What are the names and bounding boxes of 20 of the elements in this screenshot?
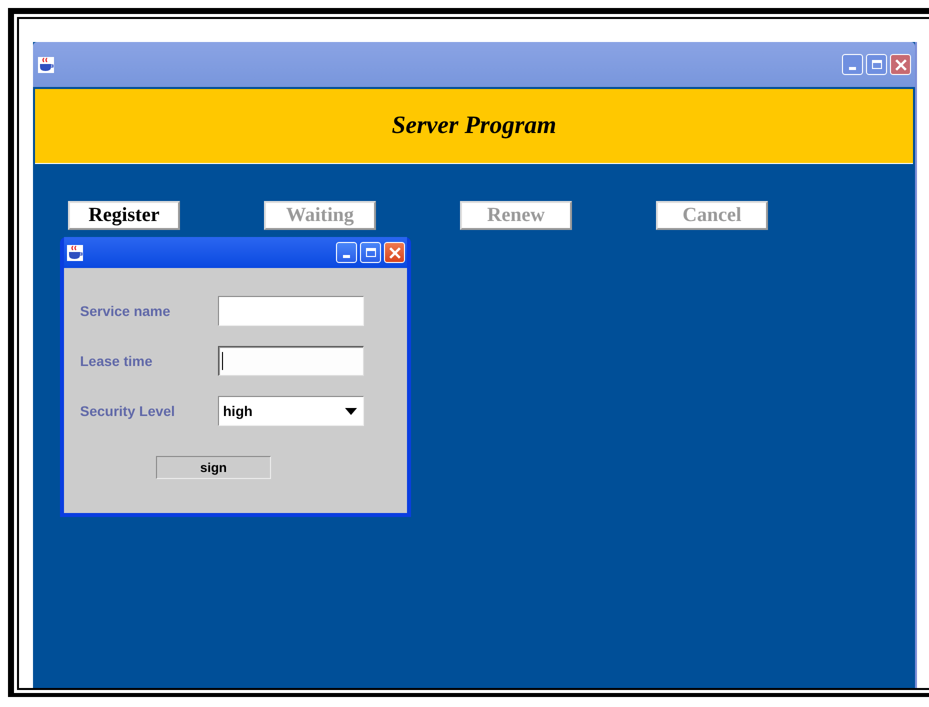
maximize-button[interactable] [360, 242, 381, 263]
field-label: Lease time [80, 353, 154, 369]
minimize-button[interactable] [842, 54, 863, 75]
close-icon [894, 58, 906, 70]
close-icon [388, 246, 400, 258]
dropdown[interactable]: high [218, 396, 364, 426]
action-button[interactable]: Register [68, 201, 180, 230]
program-title: Server Program [392, 112, 556, 140]
field-label: Service name [80, 303, 172, 319]
close-button[interactable] [384, 242, 405, 263]
text-field[interactable] [218, 346, 364, 376]
cup-icon [38, 56, 54, 72]
field-label: Security Level [80, 403, 176, 419]
close-button[interactable] [890, 54, 911, 75]
sign-button[interactable]: sign [156, 456, 271, 479]
dropdown-arrow-icon [345, 408, 357, 414]
text-field[interactable] [218, 296, 364, 326]
maximize-button[interactable] [866, 54, 887, 75]
minimize-button[interactable] [336, 242, 357, 263]
cup-icon [67, 244, 83, 260]
